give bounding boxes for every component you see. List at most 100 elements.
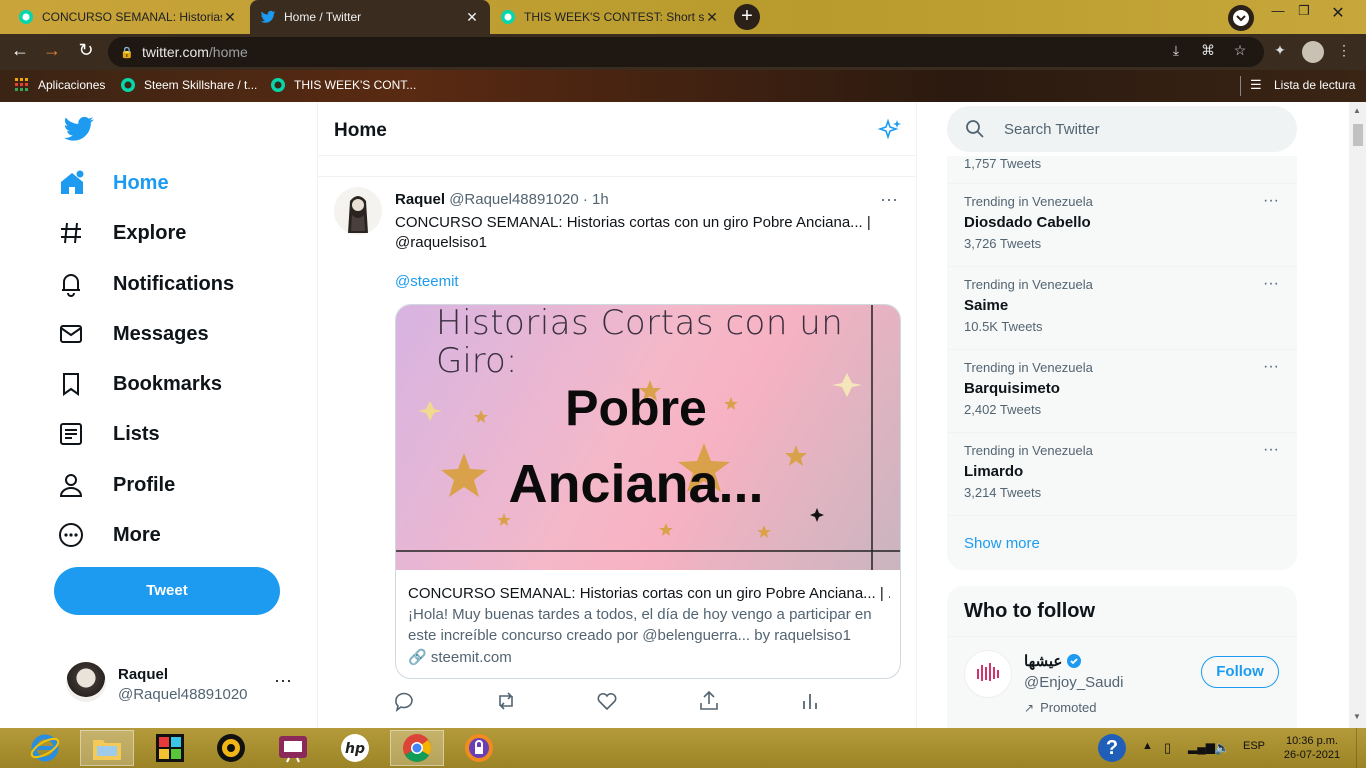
tweet[interactable]: Raquel @Raquel48891020 · 1h ··· CONCURSO… (318, 176, 916, 728)
scroll-down-icon[interactable]: ▼ (1353, 712, 1361, 721)
volume-icon[interactable]: 🔈 (1214, 740, 1230, 756)
chevron-down-icon (1233, 10, 1249, 26)
close-tab-icon[interactable]: ✕ (222, 9, 238, 26)
reading-list-icon: ☰ (1250, 77, 1262, 92)
nav-label: Home (113, 171, 169, 194)
trend-more-icon[interactable]: ··· (1263, 192, 1279, 210)
clock[interactable]: 10:36 p.m. 26-07-2021 (1282, 734, 1342, 762)
nav-notifications[interactable]: Notifications (58, 264, 234, 304)
page-scrollbar[interactable]: ▲ ▼ (1349, 102, 1366, 728)
taskbar-app-media[interactable] (204, 730, 258, 766)
language-indicator[interactable]: ESP (1243, 740, 1265, 752)
battery-icon[interactable]: ▯ (1164, 740, 1171, 756)
reply-icon[interactable] (392, 689, 416, 713)
account-more-icon[interactable]: ··· (274, 670, 292, 691)
tray-expand-icon[interactable]: ▲ (1142, 740, 1153, 752)
close-tab-icon[interactable]: ✕ (704, 9, 720, 26)
new-tab-button[interactable]: + (734, 4, 760, 30)
steemit-favicon-icon (121, 78, 135, 92)
close-window-button[interactable]: ✕ (1326, 3, 1350, 23)
scroll-up-icon[interactable]: ▲ (1353, 106, 1361, 115)
scrollbar-thumb[interactable] (1353, 124, 1363, 146)
show-desktop-button[interactable] (1356, 728, 1366, 768)
card-description: ¡Hola! Muy buenas tardes a todos, el día… (408, 606, 872, 623)
minimize-button[interactable]: — (1266, 3, 1290, 18)
bookmark-item[interactable]: Steem Skillshare / t... (120, 77, 257, 93)
nav-explore[interactable]: Explore (58, 213, 186, 253)
retweet-icon[interactable] (494, 689, 518, 713)
tweet-author[interactable]: Raquel (395, 191, 445, 208)
trend-more-icon[interactable]: ··· (1263, 358, 1279, 376)
lock-icon: 🔒 (120, 46, 134, 59)
taskbar-app-vpn[interactable] (452, 730, 506, 766)
link-card[interactable]: Historias Cortas con un Giro: Pobre Anci… (395, 304, 901, 679)
tweet-avatar[interactable] (334, 187, 382, 235)
tweet-handle[interactable]: @Raquel48891020 (449, 191, 579, 208)
taskbar-ie[interactable] (18, 730, 72, 766)
nav-messages[interactable]: Messages (58, 314, 209, 354)
chrome-icon (403, 734, 431, 762)
help-icon[interactable]: ? (1098, 734, 1126, 762)
trend-item[interactable]: Trending in Venezuela Saime 10.5K Tweets… (947, 267, 1297, 350)
taskbar-app-paint[interactable] (143, 730, 197, 766)
taskbar-app-presentation[interactable] (266, 730, 320, 766)
taskbar-chrome[interactable] (390, 730, 444, 766)
browser-menu-icon[interactable]: ⋮ (1334, 42, 1354, 59)
star-bookmark-icon[interactable]: ☆ (1230, 42, 1250, 59)
account-switcher[interactable]: Raquel @Raquel48891020 ··· (54, 654, 304, 714)
address-bar[interactable]: 🔒 twitter.com/home (108, 37, 1264, 67)
card-image-heading: Historias Cortas con un (436, 304, 844, 343)
bookmark-item[interactable]: THIS WEEK'S CONT... (270, 77, 416, 93)
forward-button[interactable]: → (40, 40, 64, 61)
taskbar-hp[interactable]: hp (328, 730, 382, 766)
reading-list-button[interactable]: ☰ Lista de lectura (1250, 77, 1355, 93)
search-box[interactable]: Search Twitter (947, 106, 1297, 152)
network-signal-icon[interactable]: ▂▄▆ (1188, 740, 1215, 754)
nav-more[interactable]: More (58, 515, 161, 555)
suggested-name[interactable]: عيشها (1024, 652, 1062, 670)
bookmark-apps[interactable]: Aplicaciones (14, 77, 105, 93)
tweet-button[interactable]: Tweet (54, 567, 280, 615)
nav-bookmarks[interactable]: Bookmarks (58, 364, 222, 404)
browser-tab-active[interactable]: Home / Twitter ✕ (250, 0, 490, 34)
account-handle: @Raquel48891020 (118, 686, 248, 703)
trend-item[interactable]: Trending in Venezuela Limardo 3,214 Twee… (947, 433, 1297, 516)
trend-name: Saime (964, 297, 1009, 314)
reload-button[interactable]: ↻ (74, 40, 98, 61)
search-input[interactable]: Search Twitter (1004, 121, 1100, 138)
tweet-mention[interactable]: @steemit (395, 273, 459, 290)
nav-lists[interactable]: Lists (58, 414, 160, 454)
analytics-icon[interactable] (798, 689, 822, 713)
tab-search-button[interactable] (1228, 5, 1254, 31)
suggested-handle[interactable]: @Enjoy_Saudi (1024, 674, 1123, 691)
tweet-time[interactable]: · 1h (583, 191, 609, 208)
taskbar-explorer[interactable] (80, 730, 134, 766)
translate-icon[interactable]: ⌘ (1198, 42, 1218, 59)
nav-home[interactable]: Home (58, 163, 169, 203)
card-image-title: Anciana... (508, 454, 764, 514)
trend-item[interactable]: Trending in Venezuela Diosdado Cabello 3… (947, 184, 1297, 267)
close-tab-icon[interactable]: ✕ (464, 9, 480, 26)
trend-more-icon[interactable]: ··· (1263, 275, 1279, 293)
steemit-favicon-icon (19, 10, 33, 24)
nav-label: More (113, 523, 161, 546)
tweet-more-icon[interactable]: ··· (880, 189, 898, 210)
nav-profile[interactable]: Profile (58, 465, 175, 505)
profile-avatar[interactable] (1302, 41, 1324, 63)
trend-item[interactable]: Trending in Venezuela Barquisimeto 2,402… (947, 350, 1297, 433)
sparkle-icon[interactable] (878, 118, 902, 142)
extensions-icon[interactable]: ✦ (1270, 42, 1290, 59)
share-icon[interactable] (697, 689, 721, 713)
card-image: Historias Cortas con un Giro: Pobre Anci… (396, 304, 900, 570)
browser-tab[interactable]: CONCURSO SEMANAL: Historias ✕ (8, 0, 248, 34)
like-heart-icon[interactable] (595, 689, 619, 713)
suggested-avatar[interactable] (964, 650, 1012, 698)
browser-tab[interactable]: THIS WEEK'S CONTEST: Short sto ✕ (490, 0, 730, 34)
back-button[interactable]: ← (8, 40, 32, 61)
install-icon[interactable]: ⤓ (1166, 42, 1186, 59)
show-more-link[interactable]: Show more (964, 535, 1040, 552)
trend-more-icon[interactable]: ··· (1263, 441, 1279, 459)
maximize-button[interactable]: ❐ (1292, 3, 1316, 19)
follow-button[interactable]: Follow (1201, 656, 1279, 688)
twitter-logo-icon[interactable] (64, 116, 94, 142)
